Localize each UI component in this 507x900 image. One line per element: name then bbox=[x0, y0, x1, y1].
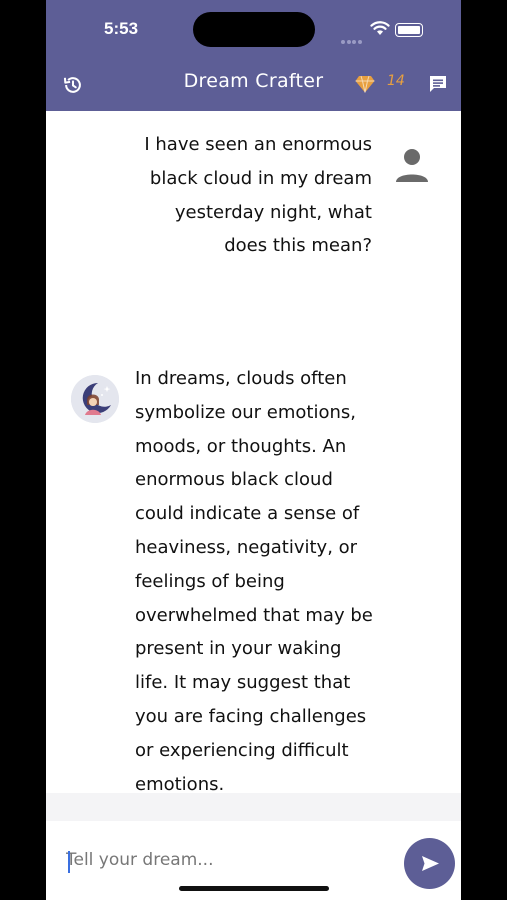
user-avatar-icon bbox=[396, 149, 428, 182]
send-icon bbox=[422, 856, 439, 871]
gem-count: 14 bbox=[387, 73, 405, 89]
composer-divider bbox=[46, 793, 461, 821]
home-indicator bbox=[179, 886, 329, 891]
battery-icon bbox=[395, 23, 423, 37]
app-header: 5:53 Dream Crafter 14 bbox=[46, 0, 461, 111]
gem-icon[interactable] bbox=[355, 75, 375, 93]
bot-avatar bbox=[71, 375, 119, 423]
user-message: I have seen an enormous black cloud in m… bbox=[144, 134, 372, 257]
send-button[interactable] bbox=[404, 838, 455, 889]
composer bbox=[46, 793, 461, 900]
assistant-message: In dreams, clouds often symbolize our em… bbox=[135, 368, 373, 795]
app-screen: 5:53 Dream Crafter 14 I have seen an eno… bbox=[46, 0, 461, 900]
signal-icon bbox=[341, 29, 363, 44]
dynamic-island bbox=[193, 12, 315, 47]
wifi-icon bbox=[370, 21, 390, 35]
text-caret bbox=[68, 851, 70, 873]
dream-input[interactable] bbox=[66, 840, 396, 880]
chat-icon[interactable] bbox=[428, 74, 448, 94]
dream-moon-icon bbox=[71, 375, 119, 423]
status-time: 5:53 bbox=[104, 19, 139, 38]
